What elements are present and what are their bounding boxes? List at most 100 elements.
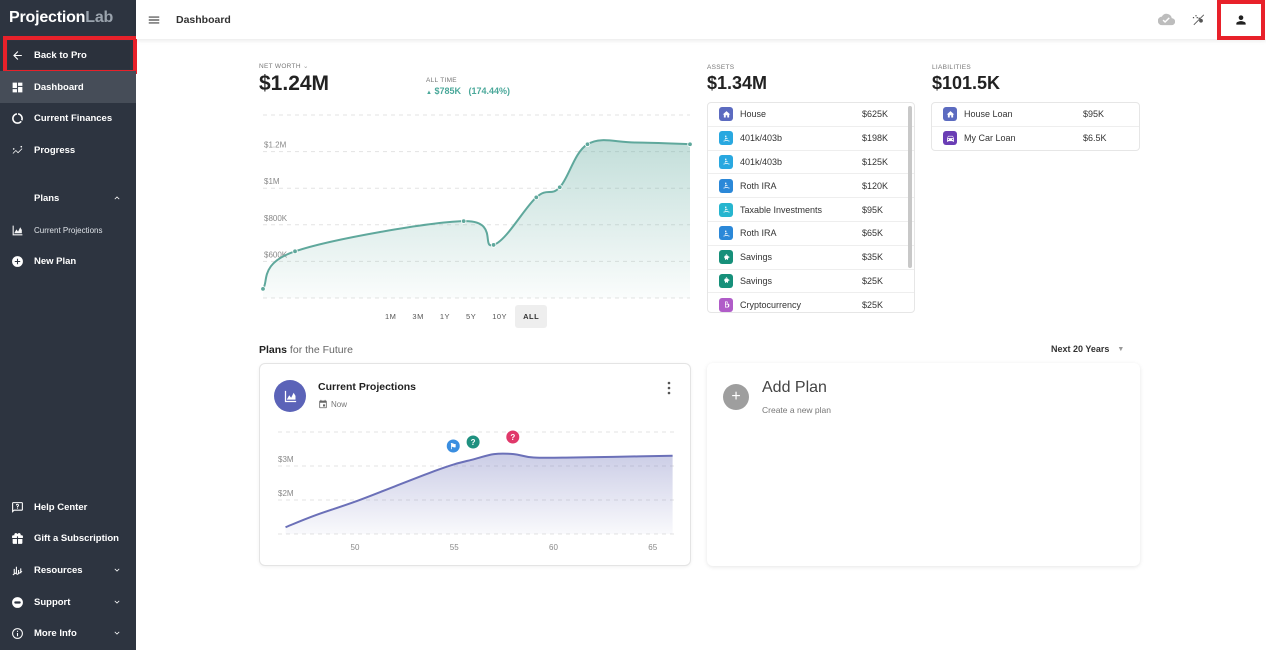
assets-row[interactable]: 401k/403b $125K	[708, 151, 914, 175]
sidebar-item-more-info[interactable]: More Info	[0, 617, 136, 649]
liabilities-row[interactable]: House Loan $95K	[932, 103, 1139, 127]
back-to-pro-button[interactable]: Back to Pro	[0, 39, 136, 71]
range-button-3m[interactable]: 3M	[404, 305, 431, 328]
assets-row[interactable]: Taxable Investments $95K	[708, 198, 914, 222]
sidebar-item-current-projections[interactable]: Current Projections	[0, 214, 136, 246]
range-button-1m[interactable]: 1M	[377, 305, 404, 328]
assets-row[interactable]: Savings $35K	[708, 246, 914, 270]
piggy-bank-icon	[719, 250, 733, 265]
sidebar-item-dashboard[interactable]: Dashboard	[0, 71, 136, 103]
assets-list: House $625K 401k/403b $198K 401k/403b $125K Ro…	[707, 102, 915, 313]
liabilities-amount: $95K	[1083, 109, 1105, 120]
x-tick-label: 50	[351, 543, 360, 552]
liabilities-name: My Car Loan	[964, 133, 1016, 144]
retirement-icon	[719, 178, 733, 193]
assets-label: ASSETS	[707, 64, 735, 71]
milestone-question-icon[interactable]: ?	[506, 430, 520, 444]
progress-trend-icon	[0, 144, 34, 157]
sidebar-item-gift-subscription[interactable]: Gift a Subscription	[0, 522, 136, 554]
data-point[interactable]	[490, 242, 497, 248]
y-tick-label: $1.2M	[264, 141, 287, 150]
sidebar-item-label: Resources	[34, 564, 83, 576]
sidebar-item-support[interactable]: Support	[0, 586, 136, 618]
retirement-icon	[719, 154, 733, 169]
bitcoin-icon	[719, 297, 733, 312]
sidebar-item-label: New Plan	[34, 255, 77, 267]
area-chart-icon	[284, 390, 296, 402]
sidebar-item-help-center[interactable]: Help Center	[0, 491, 136, 523]
account-button[interactable]	[1217, 0, 1265, 40]
assets-row[interactable]: Cryptocurrency $25K	[708, 293, 914, 312]
back-to-pro-label: Back to Pro	[34, 49, 87, 61]
delta-percent: (174.44%)	[468, 86, 511, 96]
assets-row[interactable]: Roth IRA $120K	[708, 174, 914, 199]
assets-scrollbar[interactable]	[908, 106, 912, 268]
range-button-all[interactable]: ALL	[515, 305, 548, 328]
range-button-10y[interactable]: 10Y	[484, 305, 515, 328]
sidebar-item-label: Gift a Subscription	[34, 532, 119, 544]
assets-amount: $625K	[862, 109, 889, 120]
data-point[interactable]	[260, 286, 266, 292]
piggy-bank-icon	[719, 273, 733, 288]
plans-section-title: Plans for the Future	[259, 344, 353, 356]
assets-row[interactable]: Savings $25K	[708, 270, 914, 294]
more-options-icon[interactable]	[664, 380, 674, 396]
data-point[interactable]	[460, 218, 467, 224]
net-worth-selector[interactable]: NET WORTH ⌄	[259, 62, 329, 70]
theme-toggle-icon	[1192, 14, 1204, 26]
brand-accent: Lab	[85, 9, 114, 26]
assets-name: House	[740, 109, 767, 120]
chevron-down-icon	[114, 600, 120, 604]
assets-name: Taxable Investments	[740, 204, 823, 215]
menu-button[interactable]	[136, 0, 172, 39]
cloud-sync-button[interactable]	[1150, 4, 1182, 36]
assets-row[interactable]: 401k/403b $198K	[708, 127, 914, 151]
chevron-down-icon	[114, 631, 120, 635]
data-point[interactable]	[557, 184, 563, 190]
assets-name: Roth IRA	[740, 228, 777, 239]
range-button-1y[interactable]: 1Y	[432, 305, 458, 328]
sidebar-item-label: Support	[34, 596, 71, 608]
brand-logo[interactable]: ProjectionLab	[0, 0, 136, 38]
area-chart-icon	[0, 224, 34, 237]
add-plan-title: Add Plan	[762, 379, 827, 396]
retirement-icon	[719, 131, 733, 146]
milestone-question-icon[interactable]: ?	[466, 435, 480, 449]
info-icon	[0, 627, 34, 640]
sidebar-item-new-plan[interactable]: New Plan	[0, 245, 136, 277]
arrow-left-icon	[0, 49, 34, 62]
plan-card-current-projections[interactable]: Current Projections Now $2M $3M 50 55 60 65 ⚑?…	[259, 363, 691, 566]
sidebar-item-label: Current Finances	[34, 112, 113, 124]
sidebar-section-plans[interactable]: Plans	[0, 182, 136, 214]
sidebar-item-progress[interactable]: Progress	[0, 134, 136, 166]
data-point[interactable]	[687, 141, 693, 147]
sidebar-item-resources[interactable]: Resources	[0, 554, 136, 586]
sidebar-item-current-finances[interactable]: Current Finances	[0, 102, 136, 134]
brand-main: Projection	[9, 9, 86, 26]
plan-date: Now	[318, 399, 347, 409]
assets-amount: $35K	[862, 252, 884, 263]
liabilities-row[interactable]: My Car Loan $6.5K	[932, 127, 1139, 150]
sidebar-item-label: More Info	[34, 627, 77, 639]
plan-name: Current Projections	[318, 381, 417, 393]
milestone-flag-icon[interactable]: ⚑	[446, 439, 460, 453]
y-tick-label: $2M	[278, 489, 294, 498]
chevron-up-icon	[114, 196, 120, 200]
gift-icon	[0, 532, 34, 545]
assets-amount: $198K	[862, 133, 889, 144]
plans-title-rest: for the Future	[287, 344, 353, 356]
plan-avatar	[274, 380, 306, 412]
add-plan-card[interactable]: + Add Plan Create a new plan	[707, 363, 1140, 566]
assets-row[interactable]: House $625K	[708, 103, 914, 127]
data-point[interactable]	[584, 141, 591, 147]
data-point[interactable]	[533, 194, 539, 201]
projection-range-select[interactable]: Next 20 Years ▼	[1051, 344, 1124, 354]
dashboard-icon	[0, 81, 34, 94]
assets-row[interactable]: Roth IRA $65K	[708, 222, 914, 246]
theme-toggle-button[interactable]	[1182, 4, 1214, 36]
range-select-value: Next 20 Years	[1051, 344, 1110, 354]
add-icon: +	[723, 384, 749, 410]
car-icon	[943, 131, 957, 146]
data-point[interactable]	[292, 248, 298, 255]
range-button-5y[interactable]: 5Y	[458, 305, 484, 328]
